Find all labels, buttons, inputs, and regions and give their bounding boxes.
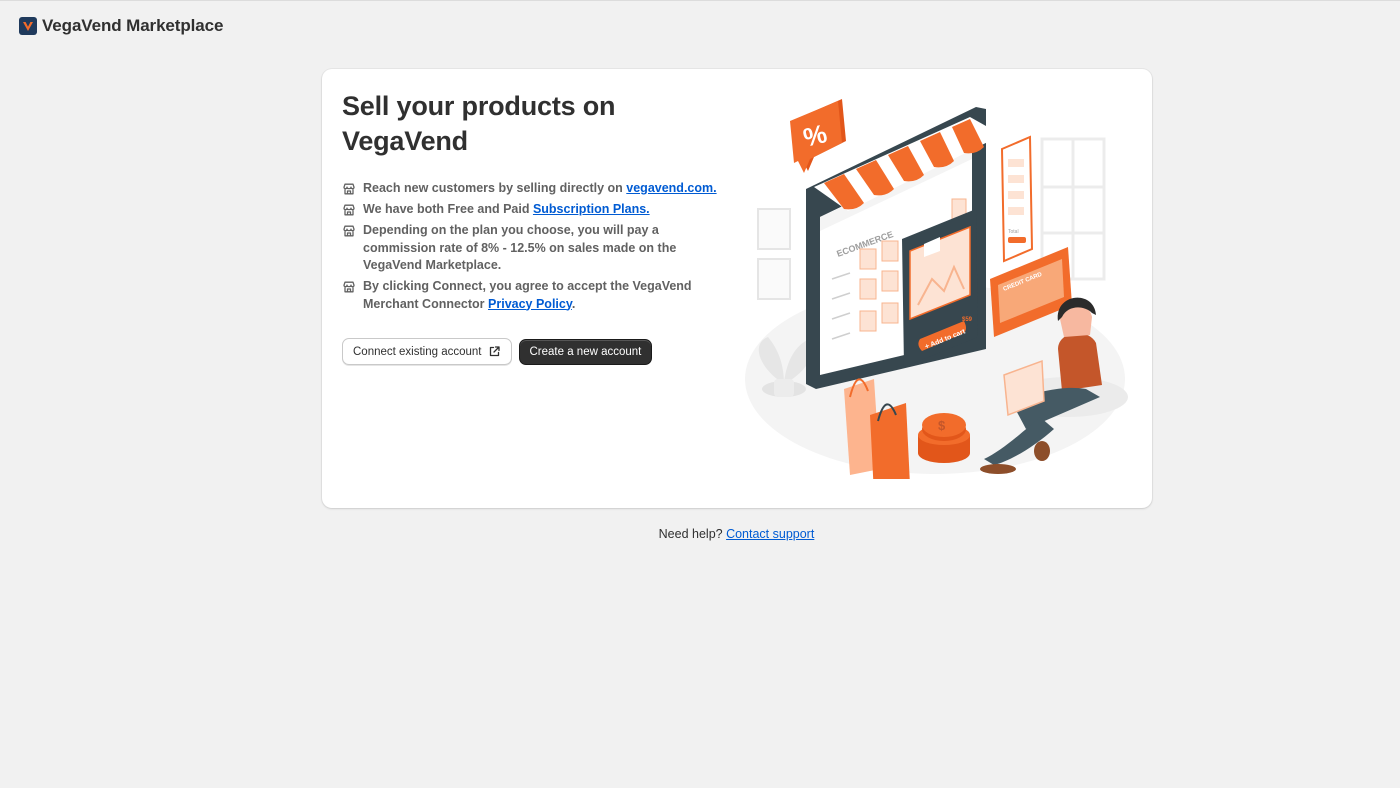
feature-list: Reach new customers by selling directly …: [342, 180, 737, 313]
app-title: VegaVend Marketplace: [42, 15, 224, 35]
privacy-policy-link[interactable]: Privacy Policy: [488, 297, 572, 311]
action-buttons: Connect existing account Create a new ac…: [342, 338, 653, 365]
feature-item: By clicking Connect, you agree to accept…: [342, 278, 737, 313]
feature-text: We have both Free and Paid: [363, 202, 533, 216]
help-footer: Need help? Contact support: [0, 527, 1400, 541]
card-content: Sell your products on VegaVend Reach new…: [342, 89, 737, 317]
onboarding-card: Sell your products on VegaVend Reach new…: [322, 69, 1152, 508]
top-bar: VegaVend Marketplace: [0, 0, 1400, 50]
storefront-icon: [343, 281, 355, 292]
connect-existing-account-button[interactable]: Connect existing account: [342, 338, 512, 365]
help-text: Need help?: [658, 527, 727, 541]
vegavend-link[interactable]: vegavend.com.: [626, 181, 716, 195]
create-new-account-button[interactable]: Create a new account: [518, 339, 653, 365]
vegavend-logo-icon: [19, 16, 37, 35]
storefront-icon: [343, 225, 355, 236]
price-label: $59: [962, 317, 973, 323]
total-label: Total: [1008, 229, 1019, 235]
feature-item: Depending on the plan you choose, you wi…: [342, 222, 737, 275]
coin-symbol: $: [938, 418, 946, 433]
storefront-icon: [343, 183, 355, 194]
contact-support-link[interactable]: Contact support: [726, 527, 814, 541]
storefront-icon: [343, 204, 355, 215]
feature-item: Reach new customers by selling directly …: [342, 180, 737, 198]
headline: Sell your products on VegaVend: [342, 91, 616, 156]
feature-text: Depending on the plan you choose, you wi…: [363, 223, 677, 272]
ecommerce-illustration: ECOMMERCE % + Add to cart $59 Total CRED…: [745, 99, 1128, 479]
subscription-plans-link[interactable]: Subscription Plans.: [533, 202, 650, 216]
external-link-icon: [489, 346, 500, 357]
feature-item: We have both Free and Paid Subscription …: [342, 201, 737, 219]
feature-text: Reach new customers by selling directly …: [363, 181, 627, 195]
